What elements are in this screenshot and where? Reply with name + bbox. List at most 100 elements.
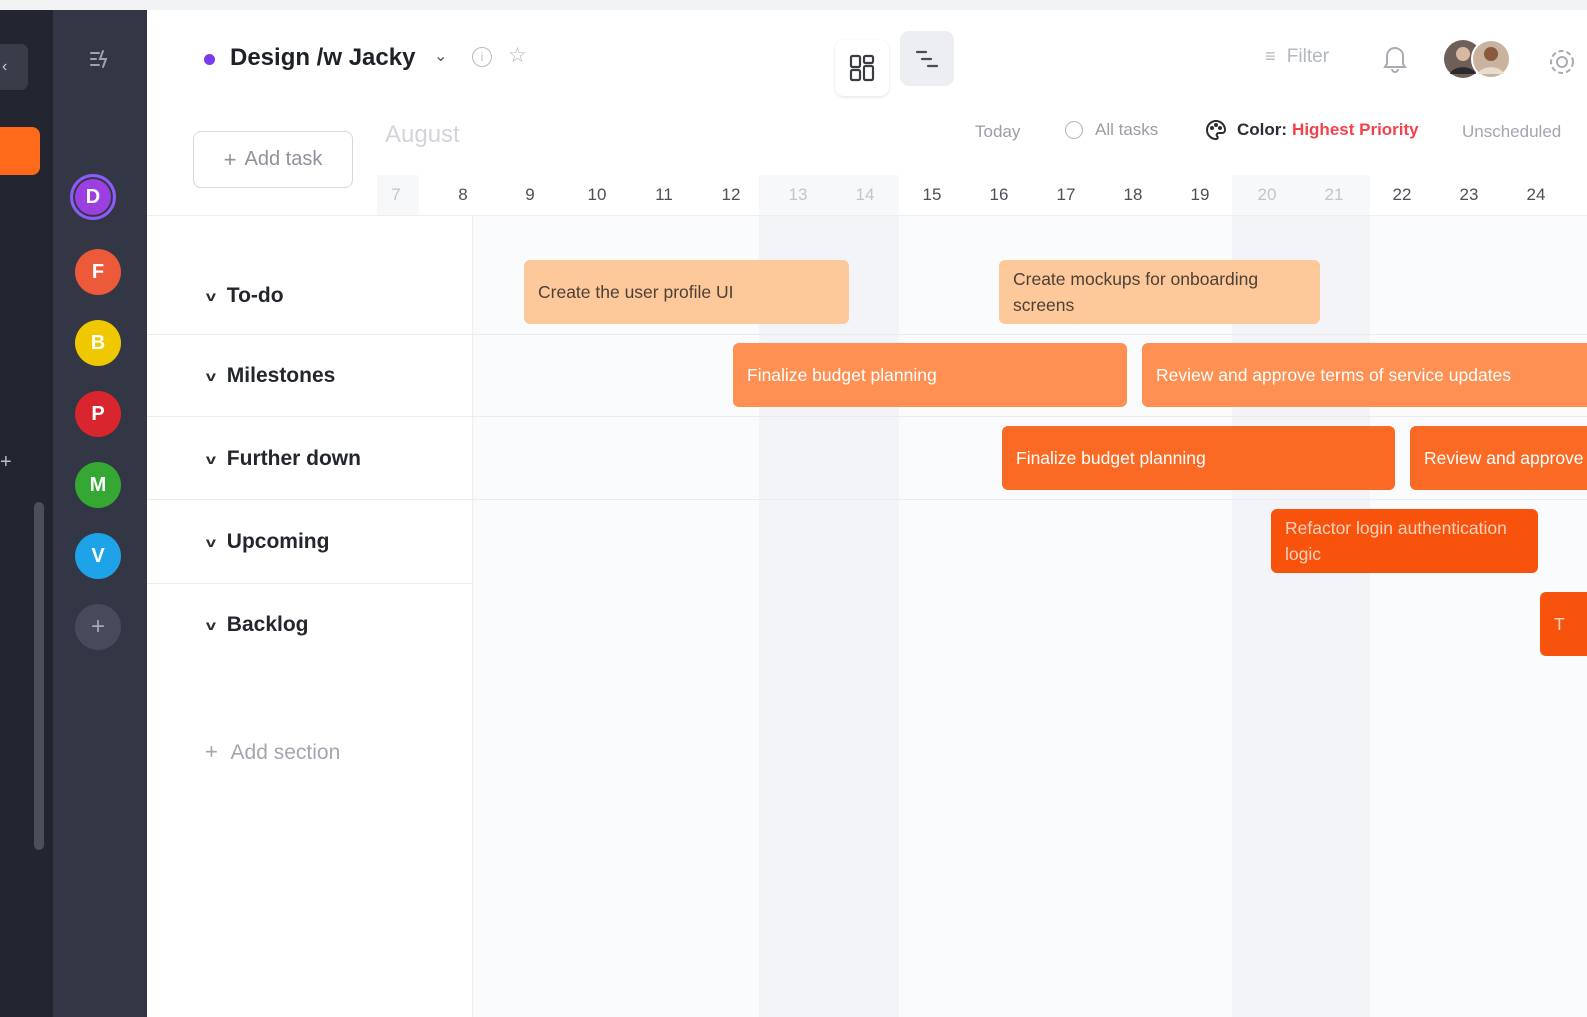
workspace-letter: B — [90, 331, 106, 354]
task-label: Create the user profile UI — [538, 282, 734, 302]
task-bar[interactable]: Finalize budget planning — [733, 343, 1127, 407]
chevron-down-icon: v — [205, 288, 216, 304]
section-label: To-do — [226, 284, 284, 307]
color-setting[interactable]: Color: Highest Priority — [1205, 119, 1419, 141]
workspace-avatar-f[interactable]: F — [75, 249, 121, 295]
back-chevron-icon[interactable]: ‹ — [0, 44, 28, 90]
day-label: 16 — [989, 185, 1009, 204]
row-divider — [147, 416, 1587, 417]
day-label: 7 — [391, 185, 401, 204]
section-label: Further down — [226, 447, 361, 470]
timeline-view-icon — [915, 50, 939, 67]
filter-icon: ≡ — [1265, 46, 1276, 66]
add-workspace-button[interactable]: + — [75, 604, 121, 650]
section-label: Milestones — [226, 364, 336, 387]
unscheduled-button[interactable]: Unscheduled — [1462, 122, 1561, 142]
task-bar[interactable]: Review and approve — [1410, 426, 1587, 490]
task-bar[interactable]: T — [1540, 592, 1587, 656]
rail-scrollbar[interactable] — [34, 502, 44, 850]
section-label: Upcoming — [226, 530, 330, 553]
task-label: Review and approve — [1424, 448, 1584, 468]
day-label: 8 — [458, 185, 468, 204]
workspace-avatar-v[interactable]: V — [75, 533, 121, 579]
workspace-avatar-m[interactable]: M — [75, 462, 121, 508]
task-bar[interactable]: Review and approve terms of service upda… — [1142, 343, 1587, 407]
add-section-button[interactable]: + Add section — [205, 739, 340, 765]
task-bar[interactable]: Create the user profile UI — [524, 260, 849, 324]
project-color-dot — [204, 54, 215, 65]
chevron-down-icon: v — [205, 617, 216, 633]
timeline-grid — [472, 216, 1587, 1017]
all-tasks-label: All tasks — [1095, 120, 1159, 139]
workspace-letter: P — [91, 402, 105, 425]
chevron-down-icon: v — [205, 451, 216, 467]
day-label: 19 — [1190, 185, 1210, 204]
day-label: 11 — [655, 185, 673, 204]
chevron-down-icon: v — [205, 368, 216, 384]
row-divider — [147, 499, 1587, 500]
weekend-column — [1232, 216, 1370, 1017]
weekend-column — [759, 216, 899, 1017]
day-label: 9 — [525, 185, 535, 204]
row-divider — [147, 334, 1587, 335]
section-further-down[interactable]: v Further down — [205, 447, 361, 471]
day-label: 21 — [1324, 185, 1344, 204]
add-task-button[interactable]: + Add task — [193, 131, 353, 188]
task-bar[interactable]: Create mockups for onboarding screens — [999, 260, 1320, 324]
chevron-down-icon[interactable]: ⌄ — [434, 46, 447, 66]
day-label: 15 — [922, 185, 942, 204]
section-upcoming[interactable]: v Upcoming — [205, 530, 330, 554]
task-label: Finalize budget planning — [747, 365, 937, 385]
day-label: 20 — [1257, 185, 1277, 204]
plus-icon: + — [223, 146, 237, 172]
task-bar[interactable]: Finalize budget planning — [1002, 426, 1395, 490]
star-icon[interactable]: ☆ — [508, 43, 527, 68]
project-title[interactable]: Design /w Jacky — [230, 44, 415, 72]
workspace-letter: F — [91, 260, 105, 283]
board-view-icon — [849, 54, 875, 82]
info-icon[interactable]: i — [472, 47, 492, 67]
task-bar[interactable]: Refactor login authentication logic — [1271, 509, 1538, 573]
task-label: Create mockups for onboarding screens — [1013, 269, 1259, 315]
day-label: 18 — [1123, 185, 1143, 204]
main-panel: Design /w Jacky ⌄ i ☆ ≡ Filter + Add tas… — [147, 10, 1587, 1017]
day-label: 13 — [788, 185, 808, 204]
palette-icon — [1206, 119, 1227, 141]
section-label: Backlog — [226, 613, 309, 636]
today-button[interactable]: Today — [975, 122, 1020, 142]
workspace-avatar-d[interactable]: D — [70, 174, 116, 220]
timeline-view-button[interactable] — [900, 31, 954, 86]
month-label: August — [385, 121, 460, 148]
workspace-avatar-b[interactable]: B — [75, 320, 121, 366]
section-todo[interactable]: v To-do — [205, 284, 284, 308]
app-rail: ‹ + — [0, 10, 53, 1017]
add-task-label: Add task — [244, 148, 323, 170]
workspace-letter: D — [85, 185, 101, 208]
active-app-indicator[interactable] — [0, 127, 40, 175]
add-section-label: Add section — [230, 741, 341, 764]
filter-button[interactable]: ≡ Filter — [1265, 46, 1329, 68]
bell-icon[interactable] — [1380, 42, 1410, 74]
day-label: 22 — [1392, 185, 1412, 204]
workspace-avatar-p[interactable]: P — [75, 391, 121, 437]
member-avatars[interactable] — [1443, 38, 1515, 80]
section-milestones[interactable]: v Milestones — [205, 364, 336, 388]
board-view-button[interactable] — [835, 40, 889, 96]
section-backlog[interactable]: v Backlog — [205, 613, 309, 637]
collapse-sidebar-icon[interactable] — [83, 42, 117, 76]
day-label: 12 — [721, 185, 741, 204]
gear-icon[interactable] — [1547, 47, 1577, 77]
radio-icon — [1065, 121, 1083, 139]
header-divider — [147, 215, 1587, 216]
filter-label: Filter — [1286, 46, 1330, 67]
workspace-letter: V — [91, 544, 105, 567]
task-label: Refactor login authentication logic — [1285, 518, 1507, 564]
all-tasks-toggle[interactable]: All tasks — [1065, 120, 1158, 140]
add-icon[interactable]: + — [0, 447, 20, 477]
day-label: 24 — [1526, 185, 1546, 204]
day-label: 17 — [1056, 185, 1076, 204]
task-label: Review and approve terms of service upda… — [1156, 365, 1512, 385]
workspace-letter: M — [89, 473, 107, 496]
chevron-down-icon: v — [205, 534, 216, 550]
color-label: Color: — [1237, 120, 1288, 139]
